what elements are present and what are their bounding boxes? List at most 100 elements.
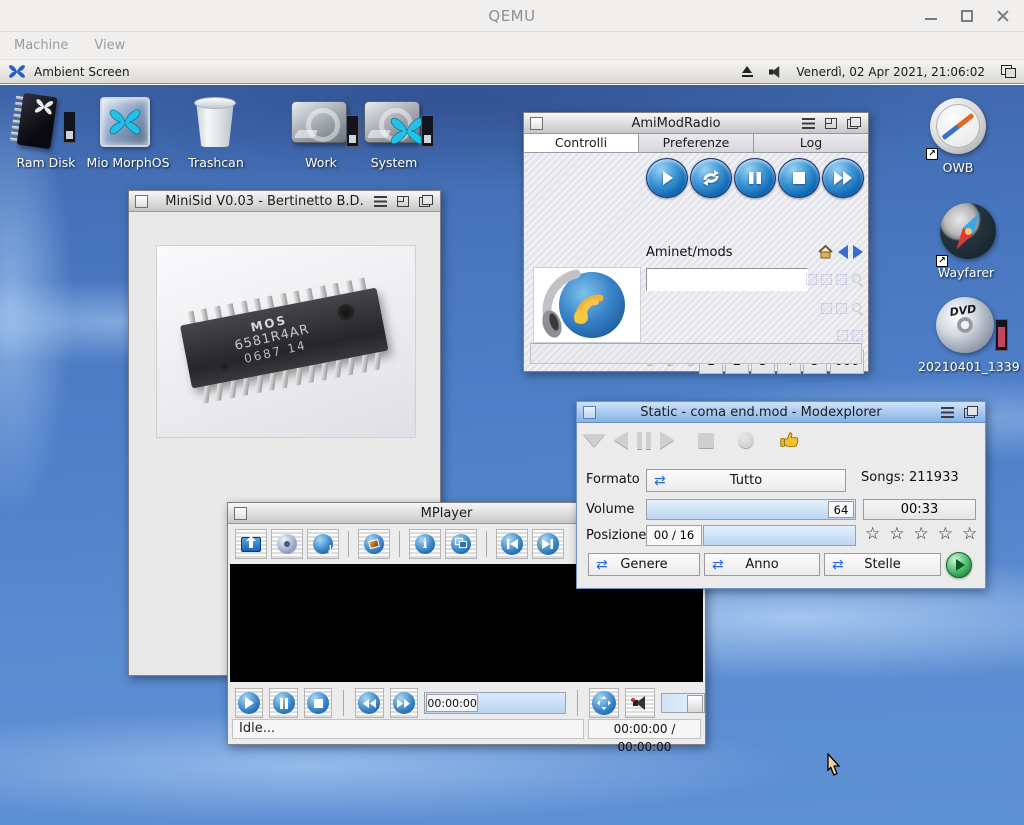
info-button[interactable]: i (409, 529, 441, 559)
disabled-tools-row2 (821, 302, 863, 314)
repeat-button[interactable] (690, 158, 732, 198)
maximize-icon[interactable] (960, 9, 974, 23)
rewind-icon[interactable] (614, 431, 628, 449)
window-title: Static - coma end.mod - Modexplorer (607, 405, 915, 420)
window-zoom-icon[interactable] (825, 118, 837, 129)
volume-slider[interactable] (661, 693, 705, 713)
qemu-titlebar: QEMU (0, 0, 1024, 32)
open-url-button[interactable]: ↓ (307, 529, 339, 559)
volume-value: 64 (828, 501, 854, 518)
desktop-icon-system[interactable]: System (348, 93, 440, 170)
home-icon[interactable] (818, 245, 833, 259)
star-icon[interactable]: ☆ (914, 526, 929, 543)
star-icon[interactable]: ☆ (889, 526, 904, 543)
eject-icon[interactable] (583, 434, 605, 447)
time-display: 00:00:00 (426, 694, 478, 712)
playlist-button[interactable] (445, 529, 477, 559)
next-chapter-button[interactable] (532, 529, 564, 559)
modexplorer-titlebar[interactable]: Static - coma end.mod - Modexplorer (577, 402, 985, 423)
stop-button[interactable] (778, 158, 820, 198)
desktop-icon-label: Ram Disk (0, 155, 92, 170)
morphos-butterfly-icon[interactable] (8, 64, 26, 79)
minisid-titlebar[interactable]: MiniSid V0.03 - Bertinetto B.D. (129, 191, 440, 212)
tab-log[interactable]: Log (754, 134, 868, 152)
close-icon[interactable] (234, 507, 247, 520)
fullscreen-button[interactable] (589, 688, 619, 718)
pause-button[interactable] (734, 158, 776, 198)
volume-slider[interactable]: 64 (646, 499, 856, 520)
close-icon[interactable] (135, 195, 148, 208)
desktop-icon-ramdisk[interactable]: Ram Disk (0, 93, 92, 170)
mute-speaker-icon[interactable] (768, 65, 783, 79)
star-rating[interactable]: ☆ ☆ ☆ ☆ ☆ (865, 526, 977, 543)
window-depth-icon[interactable] (964, 406, 978, 418)
record-icon[interactable] (738, 432, 754, 448)
star-icon[interactable]: ☆ (938, 526, 953, 543)
desktop-icon-wayfarer[interactable]: ↗ Wayfarer (920, 203, 1012, 280)
video-settings-button[interactable] (358, 529, 390, 559)
screens-switcher-icon[interactable] (1001, 65, 1016, 78)
window-depth-icon[interactable] (419, 195, 433, 207)
desktop-icon-trashcan[interactable]: Trashcan (170, 93, 262, 170)
posizione-value: 00 / 16 (646, 525, 702, 546)
modexplorer-toolbar (583, 429, 800, 451)
menu-view[interactable]: View (94, 38, 125, 53)
window-amimodradio[interactable]: AmiModRadio Controlli Preferenze Log (523, 112, 869, 372)
amimodradio-titlebar[interactable]: AmiModRadio (524, 113, 868, 134)
stelle-cycle-button[interactable]: ⇄ Stelle (824, 553, 941, 576)
star-icon[interactable]: ☆ (865, 526, 880, 543)
stop-icon[interactable] (698, 433, 714, 448)
window-menu-icon[interactable] (374, 196, 387, 207)
amimodradio-logo (533, 267, 641, 343)
stop-button[interactable] (304, 688, 332, 718)
search-input[interactable] (646, 268, 808, 291)
pause-button[interactable] (269, 688, 297, 718)
close-icon[interactable] (583, 406, 596, 419)
play-icon[interactable] (660, 431, 674, 449)
desktop-icon-owb[interactable]: ↗ OWB (912, 98, 1004, 175)
forward-arrow-icon[interactable] (853, 245, 863, 259)
desktop-icon-dvd[interactable]: DVD 20210401_1339 (918, 297, 1010, 374)
play-button[interactable] (235, 688, 263, 718)
desktop-icon-label: System (348, 155, 440, 170)
window-zoom-icon[interactable] (397, 196, 409, 207)
open-disc-button[interactable] (271, 529, 303, 559)
close-icon[interactable] (530, 117, 543, 130)
play-button[interactable] (646, 158, 688, 198)
desktop[interactable]: Ram Disk Mio MorphOS Trashcan Work Syste… (0, 85, 1024, 825)
menu-machine[interactable]: Machine (14, 38, 68, 53)
go-play-button[interactable] (946, 552, 972, 578)
status-bar (530, 343, 862, 364)
previous-chapter-button[interactable] (496, 529, 528, 559)
mute-button[interactable] (625, 688, 655, 718)
window-menu-icon[interactable] (941, 407, 954, 418)
open-file-button[interactable] (235, 529, 267, 559)
elapsed-time: 00:33 (863, 499, 976, 520)
seek-slider[interactable]: 00:00:00 (424, 692, 566, 714)
disabled-tools-row3 (837, 330, 863, 341)
genere-cycle-button[interactable]: ⇄ Genere (588, 553, 700, 576)
star-icon[interactable]: ☆ (962, 526, 977, 543)
formato-cycle-button[interactable]: ⇄ Tutto (646, 469, 846, 492)
forward-button[interactable] (390, 688, 418, 718)
window-menu-icon[interactable] (802, 118, 815, 129)
ambient-screen-label[interactable]: Ambient Screen (34, 65, 130, 79)
back-arrow-icon[interactable] (838, 245, 848, 259)
fast-forward-button[interactable] (822, 158, 864, 198)
morphos-cube-icon (82, 93, 174, 151)
tab-preferenze[interactable]: Preferenze (639, 134, 754, 152)
close-icon[interactable] (996, 9, 1010, 23)
window-depth-icon[interactable] (847, 117, 861, 129)
desktop-icon-morphos[interactable]: Mio MorphOS (82, 93, 174, 170)
total-time-display: 00:00:00 / 00:00:00 (588, 719, 701, 739)
window-modexplorer[interactable]: Static - coma end.mod - Modexplorer Form (576, 401, 986, 589)
pause-icon[interactable] (637, 432, 651, 449)
desktop-icon-label: Mio MorphOS (82, 155, 174, 170)
eject-icon[interactable] (741, 66, 754, 77)
minimize-icon[interactable] (924, 9, 938, 23)
rewind-button[interactable] (355, 688, 383, 718)
tab-controlli[interactable]: Controlli (524, 134, 639, 152)
thumbs-up-icon[interactable] (778, 429, 800, 451)
position-slider[interactable] (703, 525, 856, 546)
anno-cycle-button[interactable]: ⇄ Anno (704, 553, 820, 576)
